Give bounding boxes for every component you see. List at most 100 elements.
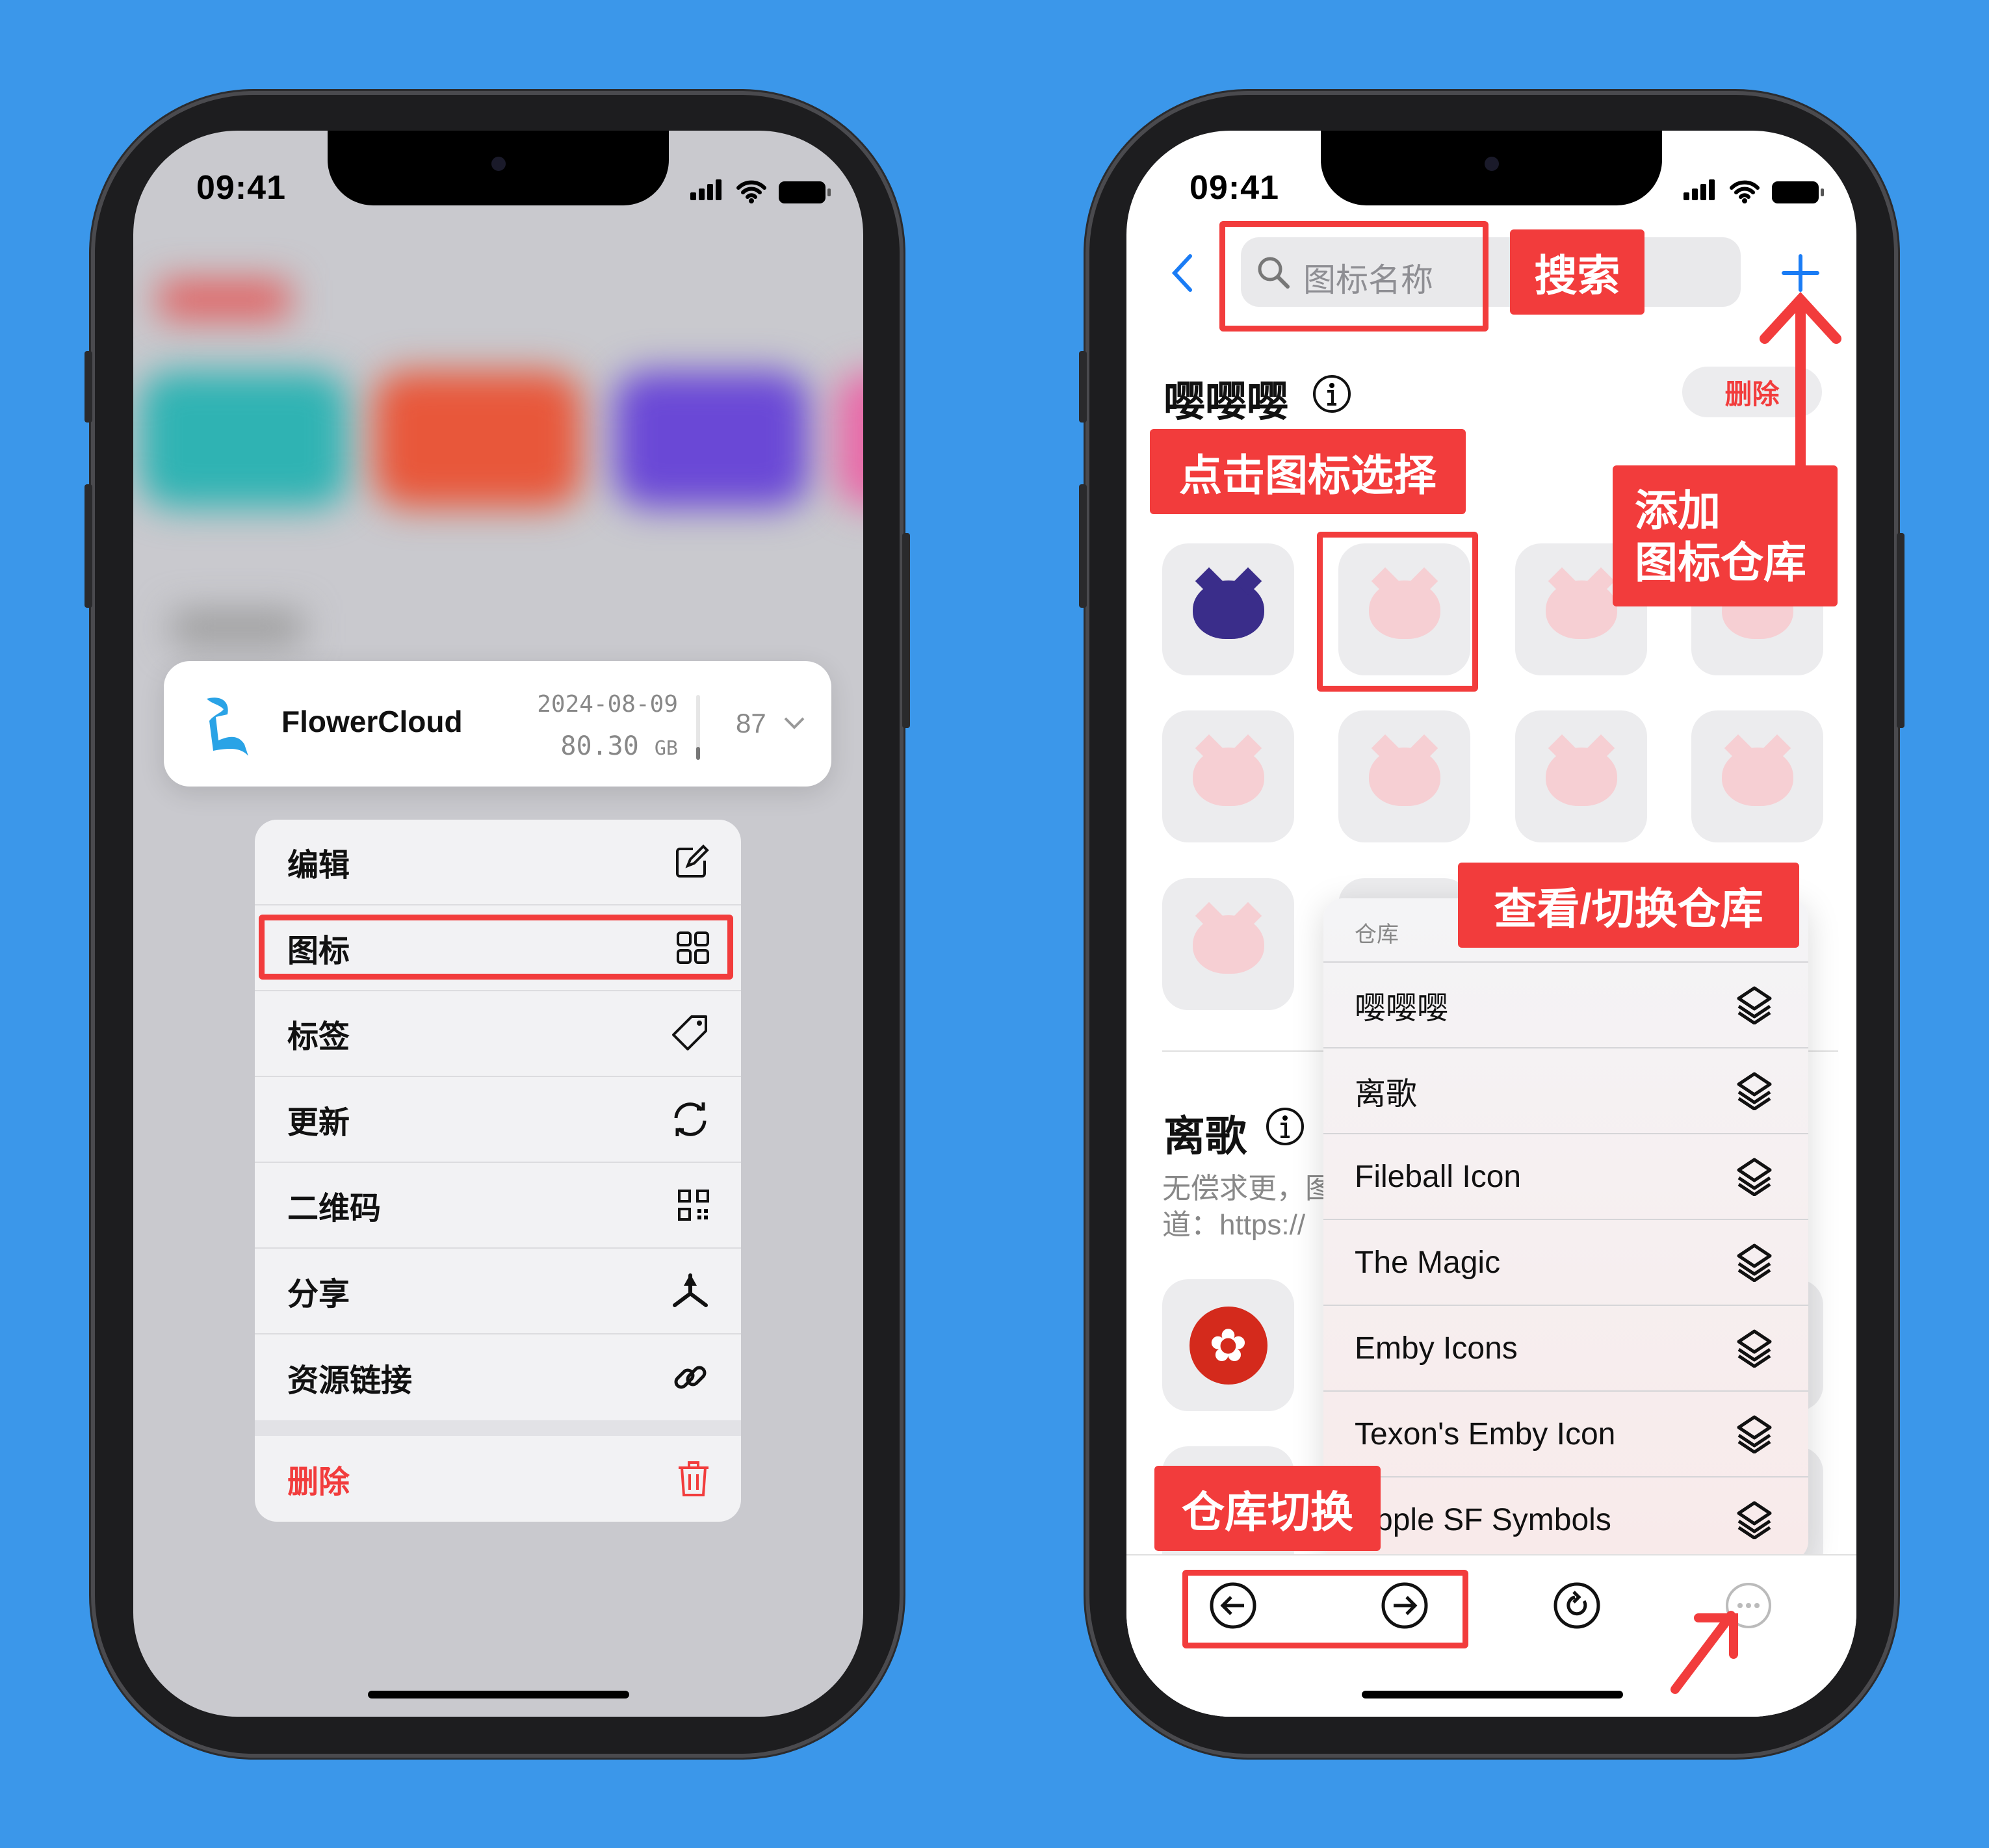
blurred-tile — [140, 371, 348, 508]
highlight-search — [1219, 221, 1488, 332]
flowercloud-logo-icon — [207, 697, 248, 756]
annotation-line: 图标仓库 — [1635, 538, 1806, 586]
cat-icon — [1192, 747, 1264, 806]
icon-tile[interactable]: ✿ — [1162, 1279, 1294, 1411]
status-icons — [1684, 177, 1824, 203]
arrow-diagonal-icon — [1670, 1611, 1738, 1694]
menu-label: 更新 — [287, 1106, 350, 1140]
menu-label: 二维码 — [287, 1191, 382, 1226]
home-indicator — [368, 1691, 629, 1698]
hk-flag-icon: ✿ — [1189, 1306, 1268, 1385]
icon-tile[interactable] — [1162, 543, 1294, 675]
reload-icon[interactable] — [1553, 1581, 1601, 1630]
layers-icon — [1737, 1243, 1772, 1282]
cat-icon — [1545, 747, 1617, 806]
left-screen: 09:41 FlowerCloud 2024-08-09 80.30 GB 87… — [133, 131, 863, 1717]
blurred-tile — [835, 371, 863, 508]
battery-icon — [779, 181, 831, 203]
layers-icon — [1737, 1329, 1772, 1368]
info-icon[interactable] — [1265, 1106, 1305, 1147]
back-chevron-icon[interactable] — [1169, 254, 1195, 293]
qrcode-icon — [678, 1190, 709, 1221]
repo-menu-item[interactable]: Fileball Icon — [1323, 1133, 1808, 1219]
subscription-card[interactable]: FlowerCloud 2024-08-09 80.30 GB 87 — [164, 661, 831, 787]
side-button — [1079, 484, 1087, 608]
menu-label: 资源链接 — [287, 1364, 413, 1398]
menu-separator — [255, 1420, 741, 1436]
edit-icon — [676, 844, 709, 878]
cat-icon — [1368, 747, 1440, 806]
usage-bar — [696, 695, 700, 760]
icon-tile[interactable] — [1162, 710, 1294, 842]
icon-tile[interactable] — [1338, 710, 1470, 842]
blurred-tile — [614, 371, 809, 508]
arrow-up-icon — [1760, 292, 1841, 475]
section-title-1: 嘤嘤嘤 — [1164, 378, 1288, 425]
side-button — [902, 533, 910, 728]
menu-item-edit[interactable]: 编辑 — [255, 820, 741, 905]
repo-name: The Magic — [1355, 1245, 1501, 1280]
signal-icon — [690, 179, 724, 203]
repo-name: Fileball Icon — [1355, 1159, 1522, 1194]
layers-icon — [1737, 1415, 1772, 1453]
menu-item-update[interactable]: 更新 — [255, 1077, 741, 1163]
repo-menu-item[interactable]: 离歌 — [1323, 1047, 1808, 1133]
menu-item-tag[interactable]: 标签 — [255, 991, 741, 1077]
blurred-text — [172, 612, 302, 644]
icon-tile[interactable] — [1515, 710, 1647, 842]
home-indicator — [1362, 1691, 1623, 1698]
refresh-icon — [674, 1102, 707, 1136]
side-button — [84, 351, 92, 423]
annotation-repo-switch: 仓库切换 — [1154, 1466, 1381, 1551]
data-size: 80.30 — [560, 731, 639, 761]
right-screen: 09:41 图标名称 嘤嘤嘤 删除 离歌 无偿求更，图 道：https:// ✿ … — [1126, 131, 1856, 1717]
wifi-icon — [1730, 180, 1760, 203]
tag-icon — [672, 1015, 707, 1050]
annotation-search: 搜索 — [1510, 229, 1644, 315]
chevron-down-icon[interactable] — [783, 716, 806, 731]
side-button — [1079, 351, 1087, 423]
blurred-header — [159, 280, 289, 319]
blurred-tile — [374, 371, 582, 508]
side-button — [1897, 533, 1904, 728]
menu-item-resource-link[interactable]: 资源链接 — [255, 1334, 741, 1420]
repo-menu-item[interactable]: 嘤嘤嘤 — [1323, 961, 1808, 1047]
status-time: 09:41 — [1190, 169, 1279, 207]
cat-icon — [1192, 580, 1264, 639]
repo-name: Texon's Emby Icon — [1355, 1416, 1616, 1451]
signal-icon — [1684, 179, 1717, 203]
repo-name: 离歌 — [1355, 1077, 1418, 1112]
highlight-icon-tile — [1317, 532, 1478, 692]
status-time: 09:41 — [196, 169, 286, 207]
cat-icon — [1192, 915, 1264, 974]
menu-label: 分享 — [287, 1277, 350, 1312]
notch — [328, 131, 669, 205]
section-description: 无偿求更，图 道：https:// — [1162, 1171, 1325, 1243]
cat-icon — [1545, 580, 1617, 639]
side-button — [84, 484, 92, 608]
repo-menu-item[interactable]: Emby Icons — [1323, 1305, 1808, 1390]
cat-icon — [1721, 747, 1793, 806]
status-icons — [690, 177, 831, 203]
repo-menu-item[interactable]: The Magic — [1323, 1219, 1808, 1305]
menu-label: 编辑 — [287, 848, 350, 883]
menu-item-qrcode[interactable]: 二维码 — [255, 1163, 741, 1249]
info-icon[interactable] — [1312, 374, 1352, 414]
icon-tile[interactable] — [1691, 710, 1823, 842]
annotation-tap-select: 点击图标选择 — [1150, 429, 1466, 514]
repo-menu-item[interactable]: Apple SF Symbols — [1323, 1476, 1808, 1561]
section-title-2: 离歌 — [1164, 1113, 1247, 1160]
menu-item-share[interactable]: 分享 — [255, 1249, 741, 1334]
repo-menu-item[interactable]: Texon's Emby Icon — [1323, 1390, 1808, 1476]
layers-icon — [1737, 986, 1772, 1024]
menu-label: 标签 — [287, 1020, 350, 1054]
icon-tile[interactable] — [1162, 878, 1294, 1010]
subscription-name: FlowerCloud — [281, 705, 463, 738]
data-unit: GB — [654, 737, 678, 760]
repo-name: Apple SF Symbols — [1355, 1502, 1611, 1537]
link-icon — [674, 1366, 707, 1389]
description-line: 道：https:// — [1162, 1209, 1306, 1241]
menu-item-delete[interactable]: 删除 — [255, 1436, 741, 1522]
description-line: 无偿求更，图 — [1162, 1173, 1325, 1204]
node-count: 87 — [736, 708, 766, 738]
